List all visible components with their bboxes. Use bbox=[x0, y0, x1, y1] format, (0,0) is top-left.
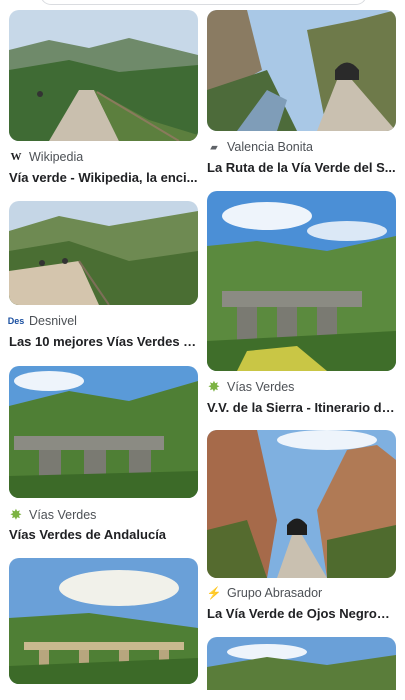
result-thumbnail[interactable] bbox=[207, 430, 396, 578]
result-thumbnail[interactable] bbox=[9, 10, 198, 141]
result-title[interactable]: Vía verde - Wikipedia, la enci... bbox=[9, 170, 198, 185]
result-source: ⚡ Grupo Abrasador bbox=[206, 586, 323, 600]
result-thumbnail[interactable] bbox=[9, 558, 198, 684]
image-result-wikipedia[interactable]: W Wikipedia Vía verde - Wikipedia, la en… bbox=[9, 10, 198, 190]
desnivel-icon: Des bbox=[7, 316, 25, 326]
result-thumbnail[interactable] bbox=[9, 201, 198, 305]
source-name: Desnivel bbox=[29, 314, 77, 328]
valencia-bonita-icon: ▰ bbox=[210, 141, 218, 152]
wikipedia-icon: W bbox=[10, 151, 22, 163]
result-source: W Wikipedia bbox=[9, 150, 84, 164]
result-thumbnail[interactable] bbox=[207, 10, 396, 131]
result-source: ✸ Vías Verdes bbox=[207, 379, 295, 394]
source-name: Vías Verdes bbox=[29, 508, 97, 522]
source-name: Vías Verdes bbox=[227, 380, 295, 394]
image-result-desnivel[interactable]: Des Desnivel Las 10 mejores Vías Verdes … bbox=[7, 201, 198, 351]
result-title[interactable]: La Vía Verde de Ojos Negros, ... bbox=[207, 606, 396, 621]
image-result-vias-verdes-andalucia[interactable]: ✸ Vías Verdes Vías Verdes de Andalucía bbox=[9, 366, 198, 546]
image-result-vias-verdes-sierra[interactable]: ✸ Vías Verdes V.V. de la Sierra - Itiner… bbox=[207, 191, 396, 416]
vias-verdes-icon: ✸ bbox=[208, 379, 220, 394]
result-source: ✸ Vías Verdes bbox=[9, 507, 97, 522]
result-title[interactable]: Las 10 mejores Vías Verdes -... bbox=[9, 334, 198, 349]
image-result-partial-left[interactable] bbox=[9, 558, 198, 684]
source-name: Grupo Abrasador bbox=[227, 586, 323, 600]
result-thumbnail[interactable] bbox=[207, 191, 396, 371]
source-name: Wikipedia bbox=[29, 150, 84, 164]
image-result-valencia-bonita[interactable]: ▰ Valencia Bonita La Ruta de la Vía Verd… bbox=[207, 10, 396, 180]
image-result-partial-right[interactable] bbox=[207, 637, 396, 690]
result-source: ▰ Valencia Bonita bbox=[207, 140, 313, 154]
result-thumbnail[interactable] bbox=[207, 637, 396, 690]
result-title[interactable]: V.V. de la Sierra - Itinerario de... bbox=[207, 400, 396, 415]
source-name: Valencia Bonita bbox=[227, 140, 313, 154]
result-source: Des Desnivel bbox=[7, 314, 77, 328]
vias-verdes-icon: ✸ bbox=[10, 507, 22, 522]
image-result-grupo-abrasador[interactable]: ⚡ Grupo Abrasador La Vía Verde de Ojos N… bbox=[207, 430, 396, 630]
result-title[interactable]: Vías Verdes de Andalucía bbox=[9, 527, 198, 542]
search-bar-edge bbox=[0, 0, 405, 8]
grupo-abrasador-icon: ⚡ bbox=[206, 586, 222, 600]
result-title[interactable]: La Ruta de la Vía Verde del S... bbox=[207, 160, 396, 175]
result-thumbnail[interactable] bbox=[9, 366, 198, 498]
bottom-edge bbox=[0, 690, 405, 700]
